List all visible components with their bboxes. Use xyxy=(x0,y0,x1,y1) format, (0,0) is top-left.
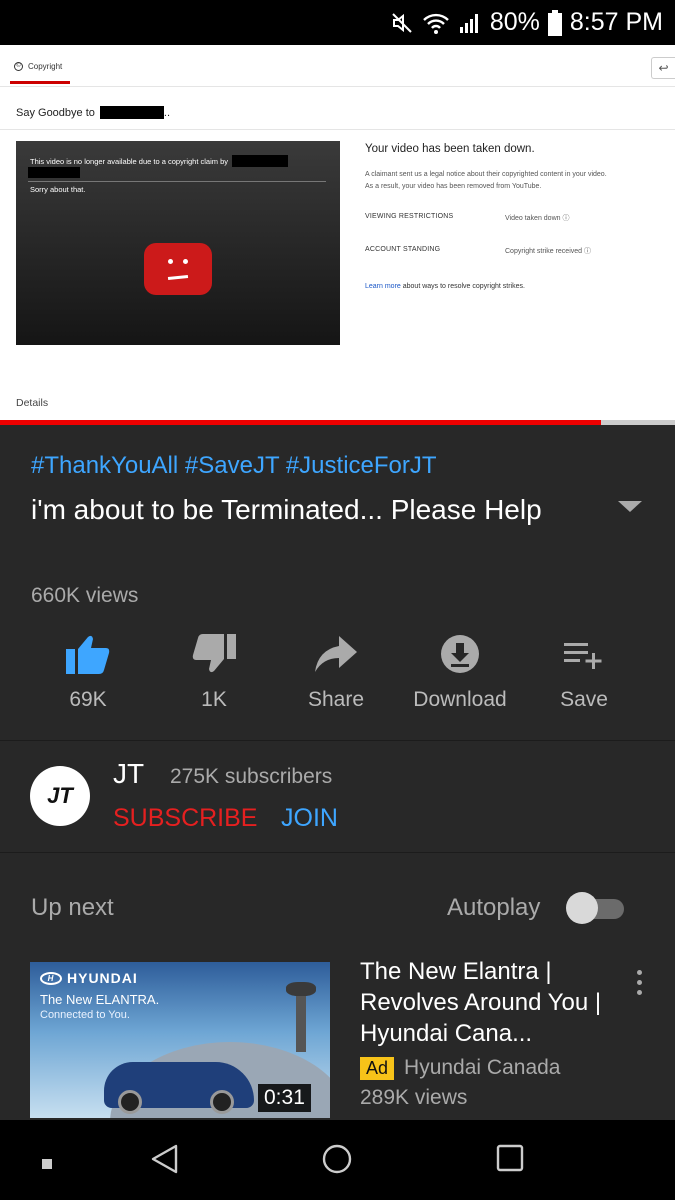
thumbnail-subline: Connected to You. xyxy=(40,1009,130,1021)
video-heading-text: Say Goodbye to xyxy=(16,106,95,119)
status-bar: 80% 8:57 PM xyxy=(0,0,675,45)
hyundai-logo-icon: H xyxy=(40,971,62,985)
share-label: Share xyxy=(307,688,365,711)
takedown-line: A claimant sent us a legal notice about … xyxy=(365,171,607,178)
download-button[interactable]: Download xyxy=(400,632,520,712)
thumbs-up-icon xyxy=(28,632,148,676)
playlist-add-icon xyxy=(524,632,644,676)
redaction-bar xyxy=(28,167,80,178)
like-button[interactable]: 69K xyxy=(28,632,148,712)
battery-percent: 80% xyxy=(489,8,540,36)
divider xyxy=(0,852,675,853)
takedown-title: Your video has been taken down. xyxy=(365,143,535,155)
duration-badge: 0:31 xyxy=(258,1084,311,1112)
chevron-down-icon[interactable] xyxy=(618,501,642,512)
dislike-button[interactable]: 1K xyxy=(154,632,274,712)
account-standing-label: ACCOUNT STANDING xyxy=(365,246,441,253)
player-sorry: Sorry about that. xyxy=(30,185,86,194)
learn-more-rest: about ways to resolve copyright strikes. xyxy=(402,283,525,290)
details-label: Details xyxy=(16,397,49,409)
video-progress-remaining xyxy=(601,420,675,425)
copyright-tab-label: Copyright xyxy=(28,62,63,71)
back-icon[interactable] xyxy=(150,1144,178,1179)
download-label: Download xyxy=(413,688,507,711)
hyundai-brand-text: HYUNDAI xyxy=(67,970,138,986)
ad-badge: Ad xyxy=(360,1056,395,1080)
up-next-label: Up next xyxy=(31,894,114,921)
thumbnail-tagline: The New ELANTRA. xyxy=(40,992,160,1007)
learn-more-text: Learn more about ways to resolve copyrig… xyxy=(365,283,525,290)
thumbnail-wheel xyxy=(118,1090,142,1114)
thumbnail-wheel xyxy=(210,1090,234,1114)
clock: 8:57 PM xyxy=(569,8,663,36)
learn-more-link: Learn more xyxy=(365,283,401,290)
account-standing-value: Copyright strike received ⓘ xyxy=(505,248,591,255)
divider xyxy=(0,129,675,130)
battery-icon xyxy=(547,9,562,36)
thumbnail-tower-top xyxy=(286,982,316,996)
navigation-bar xyxy=(0,1120,675,1200)
subscriber-count: 275K subscribers xyxy=(170,765,333,788)
takedown-body: A claimant sent us a legal notice about … xyxy=(365,169,675,193)
action-row: 69K 1K Share Download Save xyxy=(28,632,648,722)
unavailable-player: This video is no longer available due to… xyxy=(16,141,340,345)
video-player[interactable]: © Copyright ↩ Say Goodbye to .. This vid… xyxy=(0,45,675,425)
share-button[interactable]: Share xyxy=(276,632,396,712)
redaction-bar xyxy=(232,155,289,167)
mute-icon xyxy=(390,11,414,35)
thumbnail-tower xyxy=(296,992,306,1052)
sad-face-icon xyxy=(144,243,212,295)
save-label: Save xyxy=(560,688,608,711)
tab-underline xyxy=(10,81,70,84)
next-video-meta: Ad Hyundai Canada xyxy=(360,1056,560,1080)
join-button[interactable]: JOIN xyxy=(281,804,338,833)
copyright-tab: © Copyright xyxy=(14,62,62,71)
next-video-title[interactable]: The New Elantra | Revolves Around You | … xyxy=(360,956,620,1049)
takedown-line: As a result, your video has been removed… xyxy=(365,183,542,190)
next-video-thumbnail[interactable]: H HYUNDAI The New ELANTRA. Connected to … xyxy=(30,962,330,1118)
info-icon: ⓘ xyxy=(562,215,570,222)
divider xyxy=(28,181,326,182)
player-message-text: This video is no longer available due to… xyxy=(30,156,229,166)
home-icon[interactable] xyxy=(322,1144,352,1179)
autoplay-label: Autoplay xyxy=(447,894,541,921)
divider xyxy=(0,86,675,87)
next-video-views: 289K views xyxy=(360,1086,468,1109)
redaction-bar xyxy=(99,106,164,119)
dislike-count: 1K xyxy=(201,688,227,711)
save-button[interactable]: Save xyxy=(524,632,644,712)
download-icon xyxy=(400,632,520,676)
more-vert-icon[interactable] xyxy=(637,970,645,1000)
video-title[interactable]: i'm about to be Terminated... Please Hel… xyxy=(31,488,571,531)
video-heading-suffix: .. xyxy=(163,106,171,119)
hyundai-logo: H HYUNDAI xyxy=(40,970,138,986)
avatar[interactable]: JT xyxy=(30,766,90,826)
viewing-restrictions-label: VIEWING RESTRICTIONS xyxy=(365,213,454,220)
wifi-icon xyxy=(422,11,450,35)
takedown-panel: Your video has been taken down. A claima… xyxy=(365,143,675,290)
copyright-icon: © xyxy=(14,62,23,71)
like-count: 69K xyxy=(69,688,107,711)
next-video-channel: Hyundai Canada xyxy=(404,1056,561,1079)
subscribe-button[interactable]: SUBSCRIBE xyxy=(113,804,257,833)
back-arrow-icon: ↩ xyxy=(651,57,675,79)
video-progress-bar[interactable] xyxy=(0,420,601,425)
recents-dot-icon[interactable] xyxy=(42,1156,52,1174)
hashtags[interactable]: #ThankYouAll #SaveJT #JusticeForJT xyxy=(31,452,437,480)
info-icon: ⓘ xyxy=(583,248,591,255)
video-heading: Say Goodbye to .. xyxy=(16,106,170,119)
thumbs-down-icon xyxy=(154,632,274,676)
overview-icon[interactable] xyxy=(496,1144,524,1177)
divider xyxy=(0,740,675,741)
view-count: 660K views xyxy=(31,584,139,607)
autoplay-toggle[interactable] xyxy=(566,892,624,924)
signal-icon xyxy=(458,11,482,35)
share-icon xyxy=(276,632,396,676)
viewing-restrictions-value: Video taken down ⓘ xyxy=(505,215,570,222)
player-message: This video is no longer available due to… xyxy=(30,155,289,167)
toggle-knob xyxy=(566,892,598,924)
channel-name[interactable]: JT xyxy=(113,758,144,790)
